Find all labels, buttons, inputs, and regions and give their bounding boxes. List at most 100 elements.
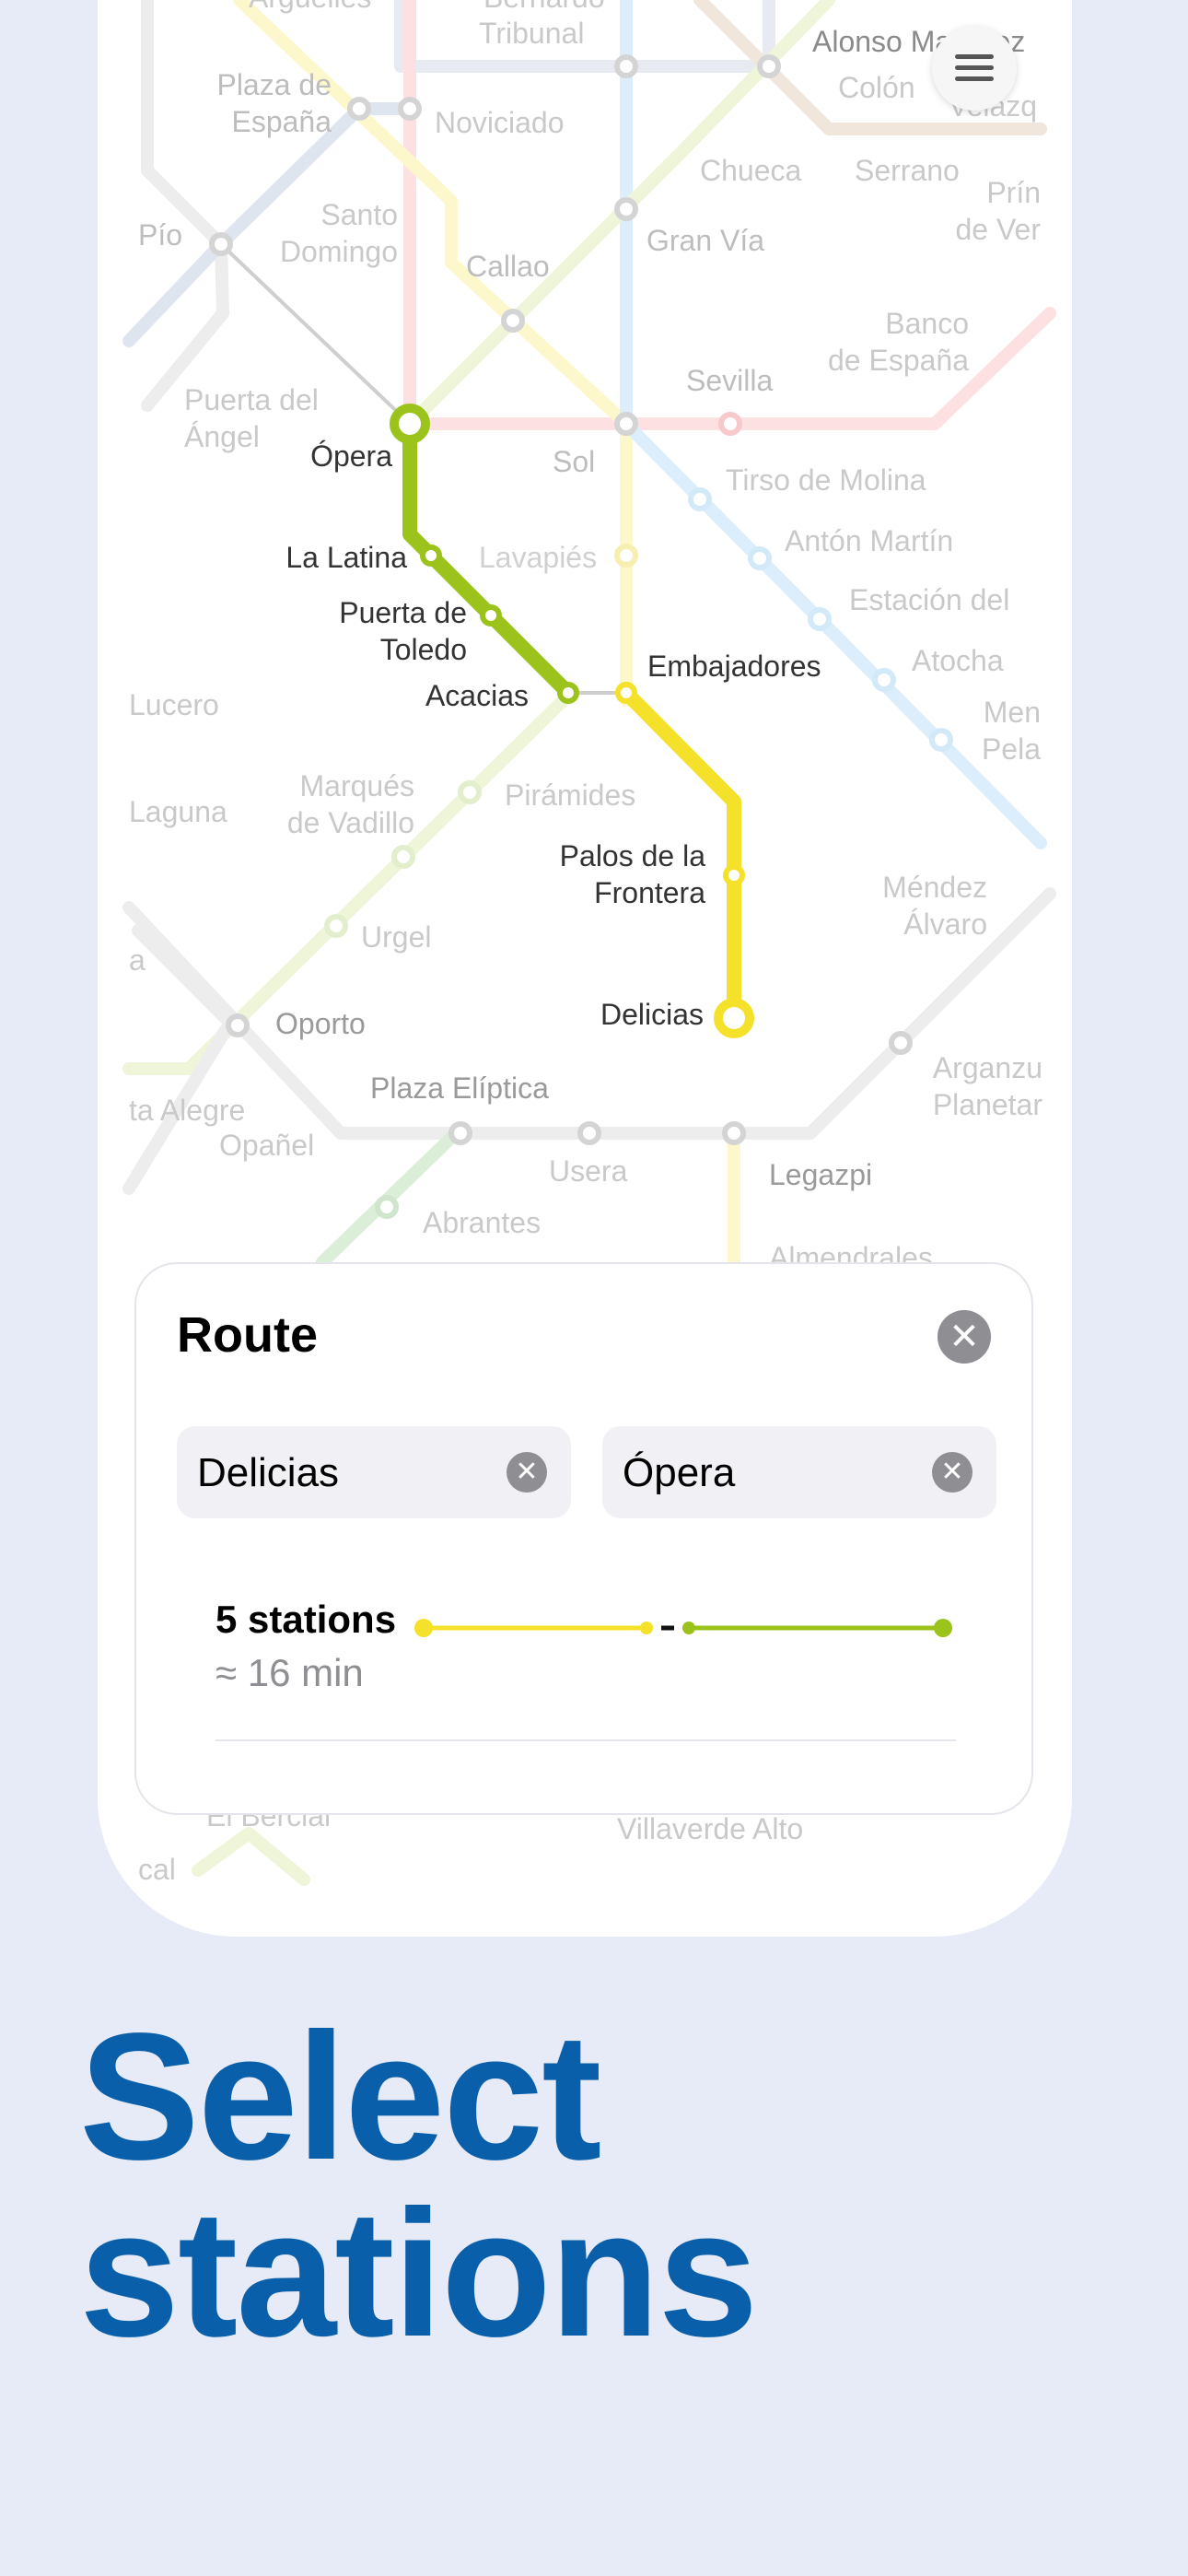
station-dot: [614, 197, 638, 221]
station-label-banco-espana: Banco de España: [828, 307, 969, 377]
station-label-gran-via: Gran Vía: [646, 224, 764, 257]
transfer-dot-green: [682, 1622, 695, 1634]
station-dot-opera: [390, 404, 430, 444]
station-dot: [757, 54, 781, 78]
route-start-dot: [414, 1619, 433, 1637]
station-dot: [209, 232, 233, 256]
station-dot: [614, 54, 638, 78]
station-label-opanel: Opañel: [219, 1129, 314, 1162]
clear-icon[interactable]: ✕: [507, 1452, 547, 1493]
from-station-field[interactable]: Delicias ✕: [177, 1426, 571, 1518]
station-label-puerta-angel: Puerta del Ángel: [184, 383, 319, 453]
station-label-lavapies: Lavapiés: [479, 541, 597, 574]
station-dot: [889, 1031, 913, 1055]
station-label-marques-vadillo: Marqués de Vadillo: [287, 769, 414, 839]
station-label-lucero: Lucero: [129, 688, 219, 721]
station-label-arganzuela: Arganzu Planetar: [933, 1051, 1043, 1121]
station-dot: [458, 780, 482, 804]
station-label-cut-cal: cal: [138, 1853, 176, 1886]
transfer-dot-yellow: [640, 1622, 653, 1634]
phone-screen: Argüelles Bernardo Tribunal Alonso Martí…: [98, 0, 1072, 1937]
station-label-pio: Pío: [138, 218, 182, 252]
station-label-la-latina: La Latina: [285, 541, 407, 574]
station-label-delicias: Delicias: [600, 998, 704, 1031]
station-label-san-bernardo: Bernardo: [483, 0, 605, 14]
from-station-value: Delicias: [197, 1450, 340, 1495]
route-title: Route: [177, 1307, 318, 1363]
hamburger-icon: [955, 54, 994, 59]
station-label-colon: Colón: [838, 71, 915, 104]
station-dot: [375, 1195, 399, 1219]
station-label-menendez-pelayo: Men Pela: [982, 696, 1041, 766]
station-label-plaza-eliptica: Plaza Elíptica: [370, 1071, 549, 1105]
station-dot: [614, 412, 638, 436]
station-label-legazpi: Legazpi: [769, 1158, 872, 1191]
station-label-laguna: Laguna: [129, 795, 227, 828]
station-dot: [347, 97, 371, 121]
promo-headline: Select stations: [79, 2007, 758, 2364]
station-dot-acacias: [557, 682, 579, 704]
station-label-palos: Palos de la Frontera: [560, 839, 706, 909]
station-dot-puerta-toledo: [480, 604, 502, 626]
station-dot-embajadores: [615, 682, 637, 704]
route-station-count[interactable]: 5 stations: [215, 1598, 396, 1642]
menu-button[interactable]: [932, 26, 1017, 111]
station-label-chueca: Chueca: [700, 154, 802, 187]
close-icon[interactable]: ✕: [938, 1310, 991, 1364]
station-label-callao: Callao: [466, 250, 550, 283]
route-panel: Route ✕ Delicias ✕ Ópera ✕ 5 stations ≈ …: [134, 1262, 1033, 1815]
station-label-urgel: Urgel: [361, 920, 431, 954]
station-dot: [324, 914, 348, 938]
station-label-anton-martin: Antón Martín: [785, 524, 953, 557]
station-label-vista-alegre: ta Alegre: [129, 1094, 245, 1127]
station-label-puerta-toledo: Puerta de Toledo: [339, 596, 467, 666]
station-label-arguelles: Argüelles: [249, 0, 371, 14]
line-lightgreen-bottom: [192, 1827, 310, 1886]
station-dot: [577, 1121, 601, 1145]
station-dot: [614, 544, 638, 568]
station-dot: [929, 728, 953, 752]
station-label-mendez-alvaro: Méndez Álvaro: [882, 871, 987, 941]
station-dot: [448, 1121, 472, 1145]
station-label-plaza-espana: Plaza de España: [216, 68, 332, 138]
station-dot-delicias: [714, 998, 754, 1038]
station-label-serrano: Serrano: [855, 154, 960, 187]
divider: [215, 1739, 956, 1741]
station-label-acacias: Acacias: [425, 679, 529, 712]
route-duration: ≈ 16 min: [215, 1651, 364, 1694]
clear-icon[interactable]: ✕: [932, 1452, 973, 1493]
station-label-principe-vergara: Prín de Ver: [955, 176, 1041, 246]
station-dot: [688, 487, 712, 511]
station-dot: [808, 607, 832, 631]
station-label-tirso: Tirso de Molina: [726, 463, 926, 497]
station-label-embajadores: Embajadores: [647, 650, 821, 683]
headline-word: stations: [79, 2172, 758, 2374]
station-dot: [722, 1121, 746, 1145]
station-dot: [718, 412, 742, 436]
station-label-abrantes: Abrantes: [423, 1206, 541, 1239]
station-label-estacion-arte: Estación del: [849, 583, 1009, 616]
station-label-noviciado: Noviciado: [435, 106, 565, 139]
station-dot: [391, 845, 415, 869]
to-station-value: Ópera: [623, 1450, 736, 1495]
route-line-diagram: [414, 1619, 952, 1637]
station-label-opera: Ópera: [310, 439, 392, 473]
station-dot-palos: [723, 864, 745, 886]
station-dot: [872, 668, 896, 692]
station-dot: [501, 309, 525, 333]
station-label-santo-domingo: Santo Domingo: [280, 198, 398, 268]
station-dot: [226, 1013, 250, 1037]
station-label-oporto: Oporto: [275, 1007, 366, 1040]
to-station-field[interactable]: Ópera ✕: [602, 1426, 996, 1518]
headline-word: Select: [79, 1996, 601, 2197]
station-label-atocha: Atocha: [912, 644, 1004, 677]
station-label-sevilla: Sevilla: [686, 364, 773, 397]
station-label-piramides: Pirámides: [505, 779, 635, 812]
line-grey-1: [141, 0, 229, 412]
station-label-usera: Usera: [549, 1154, 628, 1188]
station-label-cut-a: a: [129, 943, 146, 977]
station-dot-la-latina: [420, 544, 442, 567]
station-label-villaverde-alto: Villaverde Alto: [617, 1812, 803, 1845]
route-end-dot: [934, 1619, 952, 1637]
station-label-sol: Sol: [553, 445, 595, 478]
